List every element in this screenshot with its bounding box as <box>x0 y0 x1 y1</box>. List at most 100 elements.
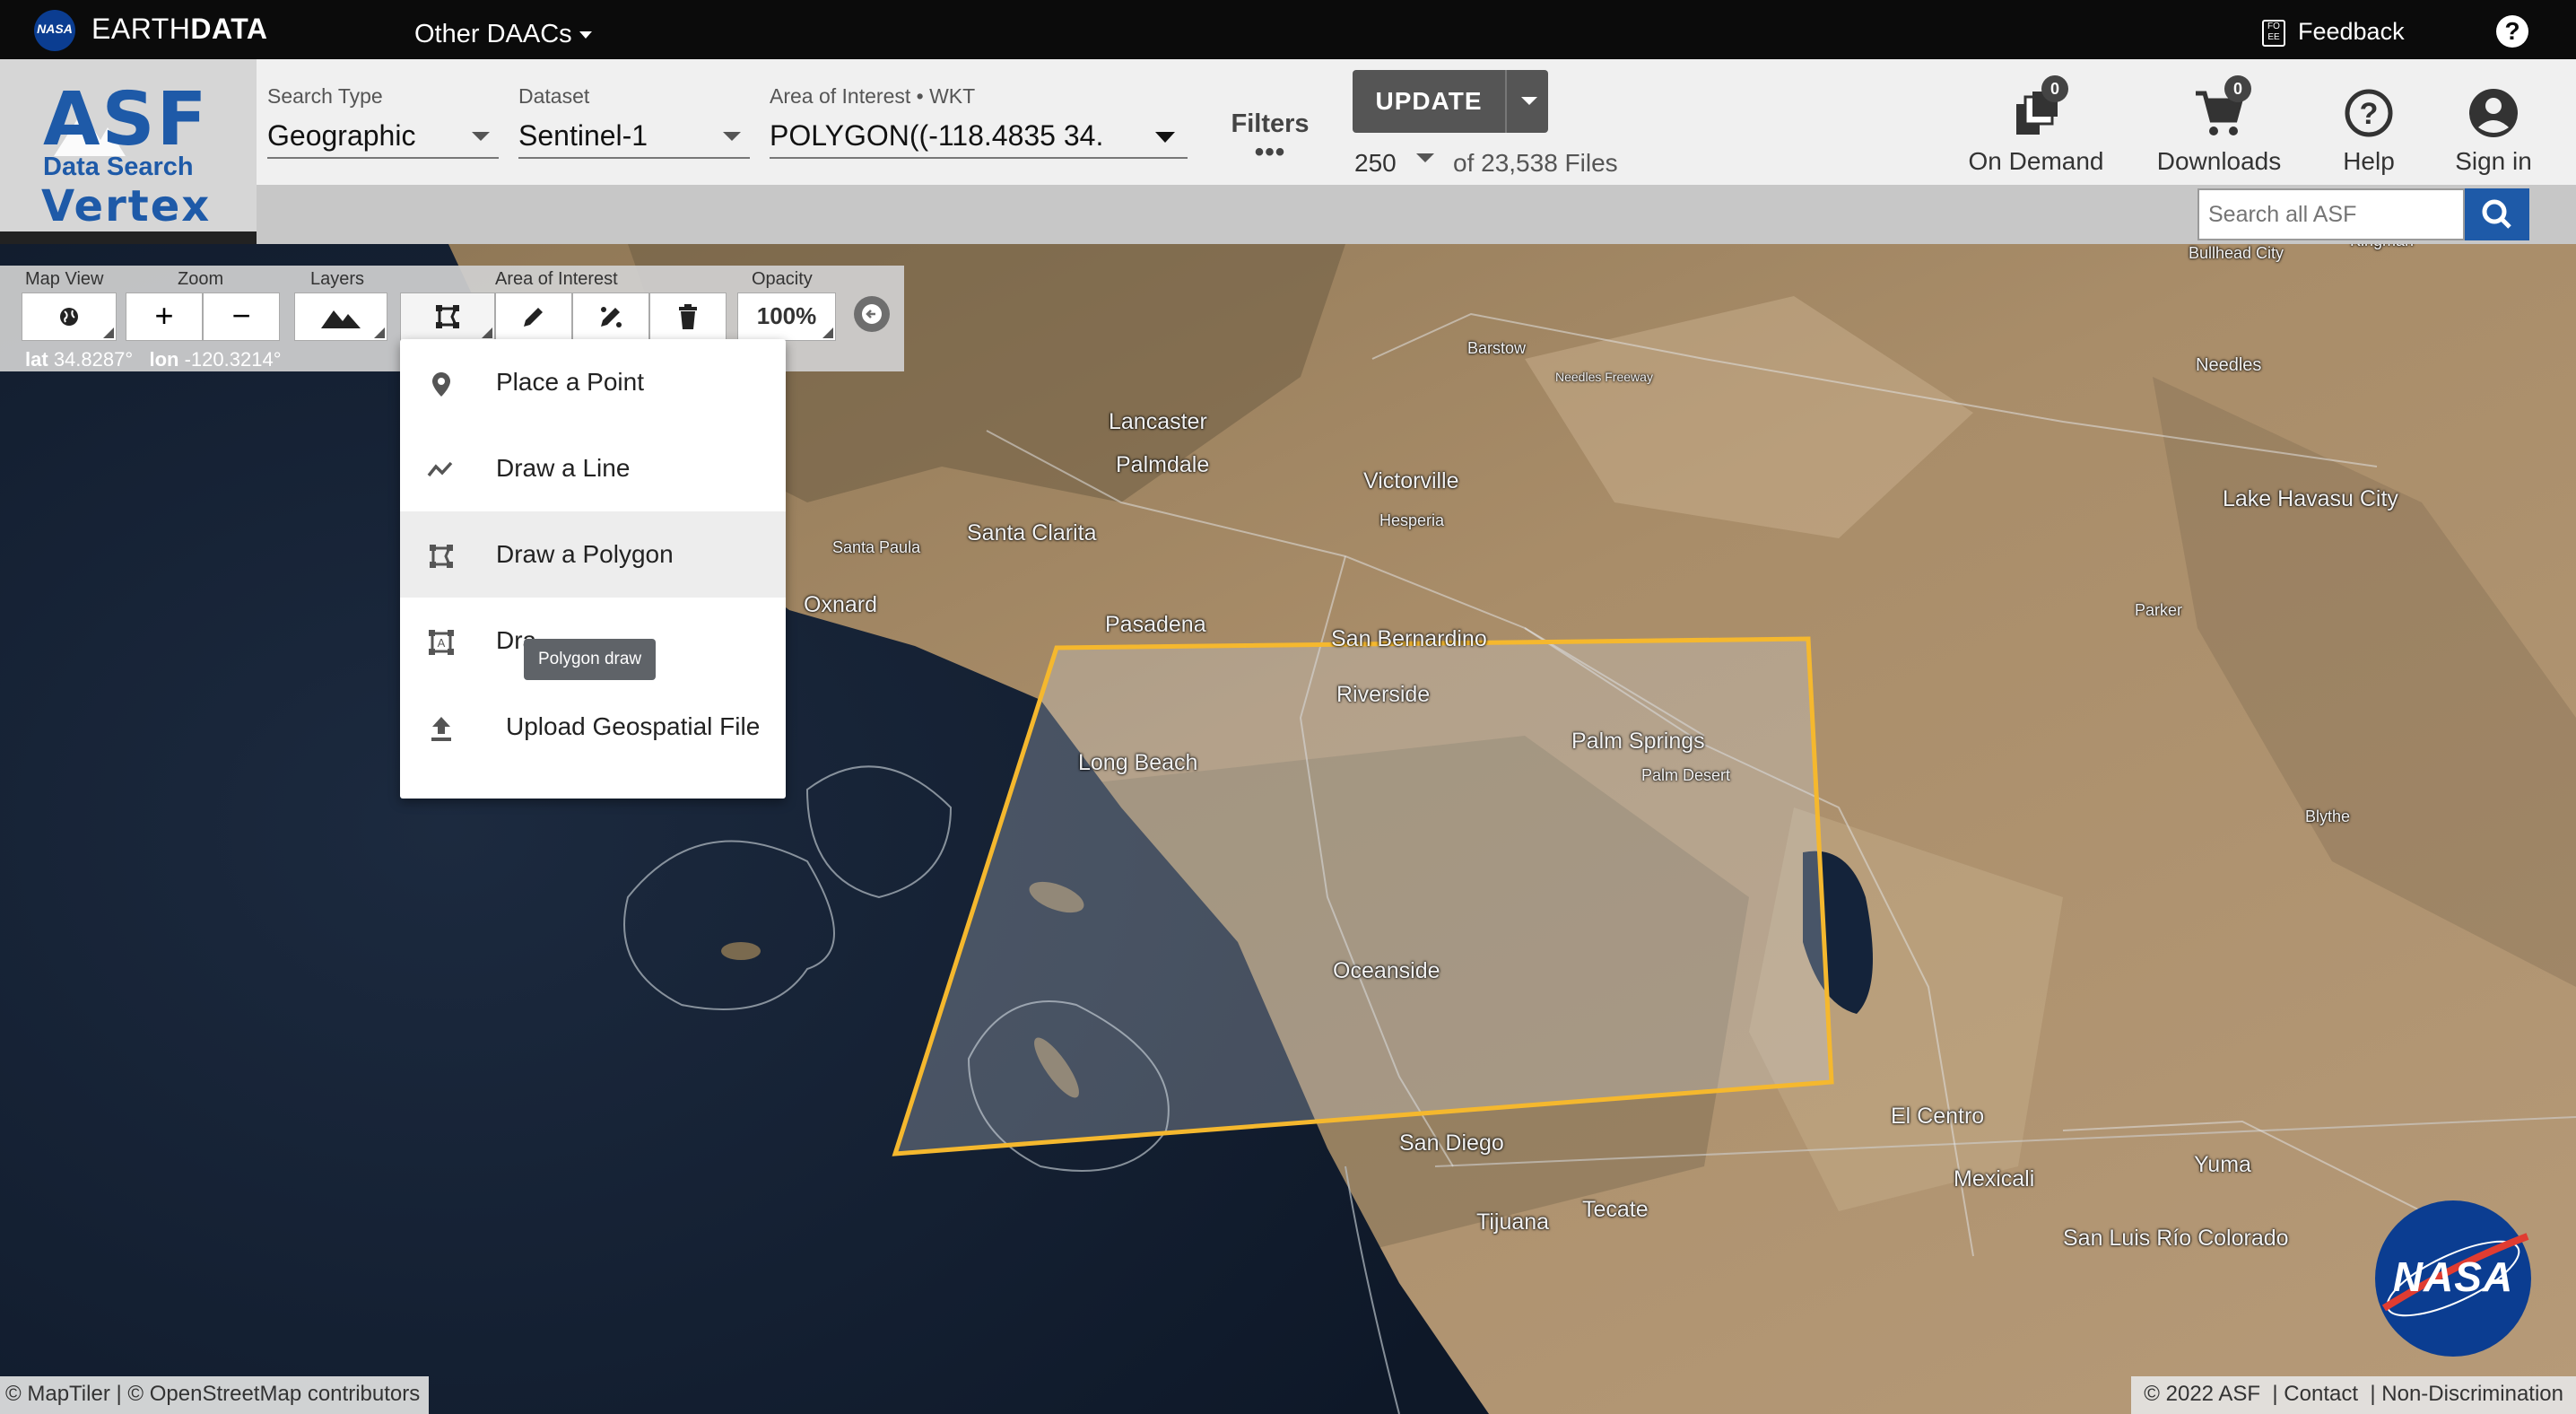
map-place-label: Lake Havasu City <box>2223 486 2398 511</box>
lat-label: lat <box>25 348 48 371</box>
globe-icon <box>60 308 78 326</box>
trash-icon <box>679 304 697 329</box>
cart-icon: 0 <box>2192 75 2251 140</box>
map-place-label: Kingman <box>2350 244 2414 250</box>
map-place-label: Blythe <box>2305 807 2351 825</box>
svg-text:?: ? <box>2360 97 2379 131</box>
asf-vertex-logo[interactable]: ASF Data Search Vertex <box>0 59 257 231</box>
other-daacs-menu[interactable]: Other DAACs <box>414 20 592 49</box>
non-discrimination-link[interactable]: Non-Discrimination <box>2381 1382 2563 1406</box>
map-place-label: Riverside <box>1336 682 1431 707</box>
dataset-select[interactable]: Dataset Sentinel-1 <box>518 84 750 159</box>
update-options-button[interactable] <box>1505 70 1548 133</box>
aoi-polygon[interactable] <box>892 636 1834 1157</box>
max-results-select[interactable]: 250 <box>1354 149 1434 178</box>
asf-search-button[interactable] <box>2465 188 2529 240</box>
dataset-label: Dataset <box>518 84 590 108</box>
menu-corner-icon <box>103 327 114 338</box>
help-label: Help <box>2343 147 2395 175</box>
zoom-in-button[interactable]: + <box>126 292 203 341</box>
caret-down-icon <box>579 31 592 39</box>
map-place-label: San Bernardino <box>1331 626 1487 651</box>
opacity-select[interactable]: 100% <box>737 292 836 341</box>
footer-links: © 2022 ASF | Contact | Non-Discriminatio… <box>2131 1376 2576 1414</box>
copyright-text: © 2022 ASF <box>2144 1382 2261 1406</box>
map-place-label: Oceanside <box>1333 958 1440 983</box>
aoi-label: Area of Interest • WKT <box>770 84 976 108</box>
map-place-label: San Luis Río Colorado <box>2063 1226 2289 1251</box>
map-place-label: San Diego <box>1399 1130 1504 1156</box>
aoi-wkt-input[interactable]: Area of Interest • WKT POLYGON((-118.483… <box>770 84 1188 159</box>
contact-link[interactable]: Contact <box>2284 1382 2358 1406</box>
asf-search-input[interactable] <box>2197 188 2465 240</box>
other-daacs-label: Other DAACs <box>414 20 572 48</box>
map-attribution[interactable]: © MapTiler | © OpenStreetMap contributor… <box>0 1376 430 1414</box>
map-place-label: Palmdale <box>1116 452 1210 477</box>
map-place-label: Barstow <box>1467 339 1527 357</box>
map-place-label: El Centro <box>1891 1104 1985 1129</box>
downloads-badge: 0 <box>2224 75 2251 102</box>
help-button[interactable]: ? Help <box>2328 86 2409 176</box>
aoi-shape-button[interactable] <box>400 292 495 341</box>
map-place-label: Oxnard <box>804 592 877 617</box>
on-demand-label: On Demand <box>1968 147 2104 175</box>
map-place-label: Tecate <box>1582 1197 1649 1222</box>
cursor-coordinates: lat 34.8287° lon -120.3214° <box>25 348 282 371</box>
dropdown-arrow-icon <box>723 132 741 141</box>
polygon-icon <box>430 545 453 568</box>
aoi-dropdown-menu: Place a Point Draw a Line Draw a Polygon… <box>400 339 786 799</box>
dataset-value: Sentinel-1 <box>518 119 648 152</box>
nasa-badge-text: NASA <box>37 22 73 36</box>
menu-item-draw-line[interactable]: Draw a Line <box>400 425 786 511</box>
map-place-label: Palm Springs <box>1571 729 1705 754</box>
mountain-icon <box>321 310 361 328</box>
edit-button[interactable] <box>572 292 649 341</box>
map-place-label: Bullhead City <box>2189 244 2284 262</box>
lat-value: 34.8287° <box>53 348 134 371</box>
svg-text:A: A <box>438 636 446 650</box>
dropdown-arrow-icon[interactable] <box>1155 132 1175 143</box>
sign-in-button[interactable]: Sign in <box>2441 86 2546 176</box>
nasa-logo[interactable]: NASA <box>2375 1200 2531 1357</box>
map-place-label: Needles <box>2196 355 2262 375</box>
menu-item-draw-polygon[interactable]: Draw a Polygon <box>400 511 786 598</box>
downloads-label: Downloads <box>2156 147 2282 175</box>
sign-in-label: Sign in <box>2455 147 2532 175</box>
map-view-button[interactable] <box>22 292 117 341</box>
menu-item-place-point[interactable]: Place a Point <box>400 339 786 425</box>
menu-item-upload-file[interactable]: Upload Geospatial File <box>400 684 786 770</box>
map-view-label: Map View <box>25 269 104 289</box>
dropdown-arrow-icon <box>1415 153 1434 162</box>
update-button[interactable]: UPDATE <box>1353 70 1505 133</box>
layers-button[interactable] <box>294 292 387 341</box>
feedback-link[interactable]: FO EE Feedback <box>2262 18 2405 47</box>
polygon-icon <box>436 305 459 328</box>
map-canvas[interactable]: Bullhead City Kingman Barstow Needles Freew… <box>0 244 2576 1414</box>
earthdata-logo[interactable]: EARTHDATA <box>91 13 268 46</box>
menu-item-label: Place a Point <box>496 368 644 396</box>
on-demand-button[interactable]: 0 On Demand <box>1964 75 2108 176</box>
more-icon: ••• <box>1254 137 1286 167</box>
filters-button[interactable]: Filters ••• <box>1216 109 1324 167</box>
menu-item-label: Draw a Polygon <box>496 540 674 568</box>
draw-button[interactable] <box>495 292 572 341</box>
asf-logo-title: ASF <box>43 77 209 162</box>
filters-label: Filters <box>1231 109 1310 138</box>
nasa-logo-small[interactable]: NASA <box>34 10 75 51</box>
map-place-label: Pasadena <box>1105 612 1206 637</box>
search-type-select[interactable]: Search Type Geographic <box>267 84 499 159</box>
downloads-button[interactable]: 0 Downloads <box>2151 75 2287 176</box>
aoi-value: POLYGON((-118.4835 34. <box>770 119 1104 152</box>
collapse-toolbar-button[interactable] <box>854 296 890 332</box>
file-count: of 23,538 Files <box>1453 149 1618 177</box>
map-place-label: Lancaster <box>1109 409 1207 434</box>
pin-icon <box>432 372 450 397</box>
map-place-label: Parker <box>2135 601 2183 619</box>
map-place-label: Needles Freeway <box>1555 370 1653 384</box>
earthdata-help-icon[interactable]: ? <box>2496 15 2528 48</box>
map-place-label: Mexicali <box>1954 1166 2035 1191</box>
search-icon <box>2482 199 2511 229</box>
arrow-left-icon <box>862 304 882 324</box>
clear-aoi-button[interactable] <box>649 292 727 341</box>
zoom-out-button[interactable]: − <box>203 292 280 341</box>
